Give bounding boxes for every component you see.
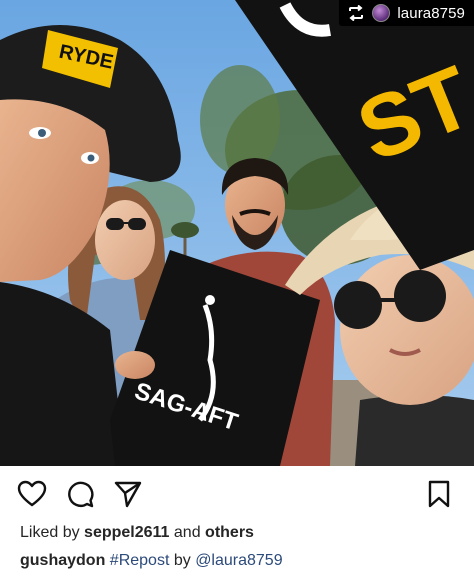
share-icon	[114, 481, 142, 508]
post-photo[interactable]: RYDE SAG-AFT ST laura8759	[0, 0, 474, 466]
likes-prefix: Liked by	[20, 524, 85, 541]
like-button[interactable]	[17, 479, 47, 509]
post-actions	[0, 479, 474, 513]
likes-line: Liked by seppel2611 and others	[20, 524, 254, 542]
caption-by: by	[169, 552, 196, 569]
caption-username-link[interactable]: gushaydon	[20, 552, 105, 569]
comment-button[interactable]	[65, 479, 95, 509]
save-button[interactable]	[424, 479, 454, 509]
comment-icon	[68, 481, 94, 508]
avatar	[372, 4, 391, 22]
heart-icon	[17, 480, 47, 507]
repost-icon	[349, 5, 364, 21]
mention-link[interactable]: @laura8759	[195, 552, 282, 569]
bookmark-icon	[428, 480, 450, 508]
liked-by-others-link[interactable]: others	[205, 524, 254, 541]
instagram-post: RYDE SAG-AFT ST laura8759 Liked by seppe…	[0, 0, 474, 577]
share-button[interactable]	[113, 479, 143, 509]
hashtag-link[interactable]: #Repost	[110, 552, 170, 569]
repost-badge[interactable]: laura8759	[339, 0, 474, 26]
caption: gushaydon #Repost by @laura8759	[20, 552, 283, 570]
likes-middle: and	[169, 524, 206, 541]
repost-username: laura8759	[397, 4, 465, 22]
liked-by-user-link[interactable]: seppel2611	[84, 524, 169, 541]
